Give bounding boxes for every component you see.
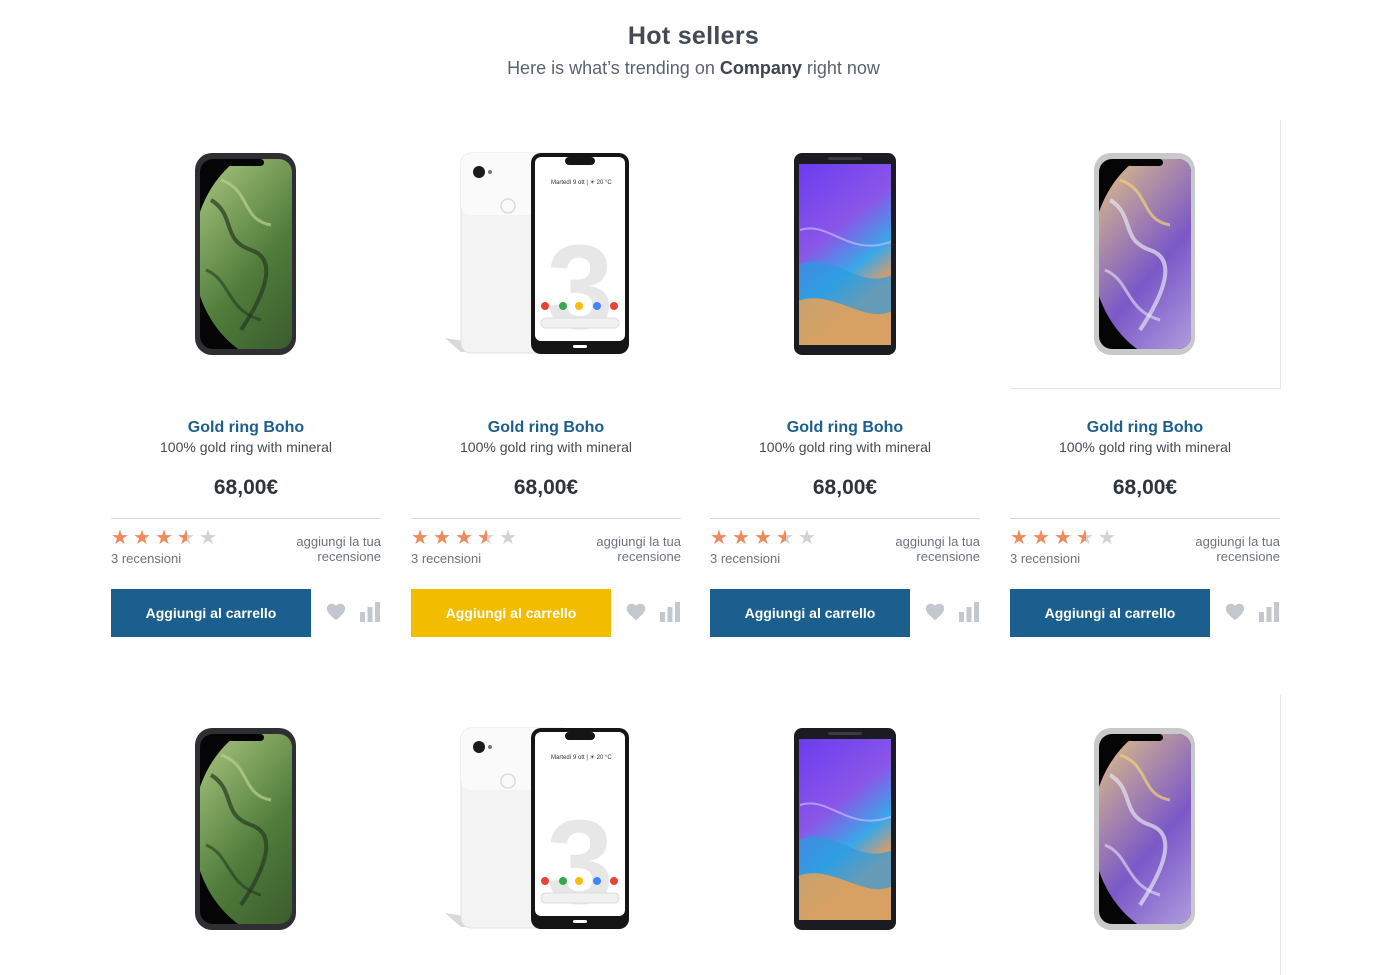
- star-icon: ★: [133, 527, 151, 549]
- bar-chart-icon[interactable]: [359, 601, 381, 623]
- product-name[interactable]: Gold ring Boho: [710, 419, 980, 437]
- star-icon: ★: [1010, 527, 1028, 549]
- divider: [710, 518, 980, 519]
- review-count[interactable]: 3 recensioni: [1010, 551, 1080, 566]
- product-description: 100% gold ring with mineral: [759, 439, 931, 455]
- product-card: [111, 695, 381, 975]
- heart-icon[interactable]: [1224, 601, 1246, 623]
- product-card: Gold ring Boho 100% gold ring with miner…: [710, 120, 980, 640]
- product-card: 3 Martedì 9 ott | ☀ 20 °C Gold ring Boho…: [411, 120, 681, 640]
- star-empty-icon: ★: [798, 527, 816, 549]
- heart-icon[interactable]: [924, 601, 946, 623]
- divider: [1010, 518, 1280, 519]
- iphone-xs-space-gray-image: [195, 728, 296, 930]
- star-icon: ★: [754, 527, 772, 549]
- divider: [111, 518, 381, 519]
- add-review-link[interactable]: aggiungi la tua recensione: [271, 534, 381, 564]
- subtitle-suffix: right now: [801, 58, 880, 78]
- product-name[interactable]: Gold ring Boho: [1010, 419, 1280, 437]
- galaxy-a9-image: [794, 728, 896, 930]
- product-image[interactable]: [710, 120, 980, 388]
- star-icon: ★: [111, 527, 129, 549]
- subtitle-prefix: Here is what’s trending on: [507, 58, 720, 78]
- product-image[interactable]: [1010, 120, 1281, 389]
- heart-icon[interactable]: [325, 601, 347, 623]
- product-image[interactable]: [111, 120, 381, 388]
- product-price: 68,00€: [513, 476, 579, 499]
- star-icon: ★: [433, 527, 451, 549]
- subtitle-brand: Company: [719, 58, 802, 78]
- product-card: [1010, 695, 1281, 975]
- review-count[interactable]: 3 recensioni: [111, 551, 181, 566]
- rating-stars: ★ ★ ★ ★ ★: [1010, 528, 1120, 550]
- rating-stars: ★ ★ ★ ★ ★: [411, 528, 521, 550]
- product-image[interactable]: [1010, 695, 1281, 975]
- product-image[interactable]: [710, 695, 980, 963]
- divider: [411, 518, 681, 519]
- product-name[interactable]: Gold ring Boho: [111, 419, 381, 437]
- rating-stars: ★ ★ ★ ★ ★: [111, 528, 221, 550]
- star-icon: ★: [710, 527, 728, 549]
- star-icon: ★: [455, 527, 473, 549]
- galaxy-a9-image: [794, 153, 896, 355]
- product-description: 100% gold ring with mineral: [1059, 439, 1231, 455]
- product-card: Gold ring Boho 100% gold ring with miner…: [111, 120, 381, 640]
- star-half-icon: ★: [776, 528, 798, 548]
- add-to-cart-button[interactable]: Aggiungi al carrello: [411, 589, 611, 637]
- pixel-3-white-image: 3 Martedì 9 ott | ☀ 20 °C: [445, 152, 629, 354]
- product-image[interactable]: [111, 695, 381, 963]
- product-price: 68,00€: [1112, 476, 1178, 499]
- star-icon: ★: [732, 527, 750, 549]
- svg-text:3: 3: [547, 795, 614, 929]
- heart-icon[interactable]: [625, 601, 647, 623]
- star-empty-icon: ★: [1098, 527, 1116, 549]
- product-card: 3 Martedì 9 ott | ☀ 20 °C: [411, 695, 681, 975]
- review-count[interactable]: 3 recensioni: [411, 551, 481, 566]
- star-icon: ★: [1054, 527, 1072, 549]
- pixel-3-white-image: 3 Martedì 9 ott | ☀ 20 °C: [445, 727, 629, 929]
- section-title: Hot sellers: [627, 22, 760, 50]
- star-half-icon: ★: [177, 528, 199, 548]
- add-to-cart-button[interactable]: Aggiungi al carrello: [1010, 589, 1210, 637]
- iphone-xs-silver-image: [1094, 728, 1195, 930]
- product-image[interactable]: 3 Martedì 9 ott | ☀ 20 °C: [411, 120, 681, 388]
- bar-chart-icon[interactable]: [958, 601, 980, 623]
- product-name[interactable]: Gold ring Boho: [411, 419, 681, 437]
- product-price: 68,00€: [812, 476, 878, 499]
- add-review-link[interactable]: aggiungi la tua recensione: [571, 534, 681, 564]
- product-card: [710, 695, 980, 975]
- star-empty-icon: ★: [199, 527, 217, 549]
- bar-chart-icon[interactable]: [1258, 601, 1280, 623]
- section-subtitle: Here is what’s trending on Company right…: [0, 58, 1387, 79]
- star-half-icon: ★: [477, 528, 499, 548]
- product-card: Gold ring Boho 100% gold ring with miner…: [1010, 120, 1281, 640]
- star-icon: ★: [411, 527, 429, 549]
- star-half-icon: ★: [1076, 528, 1098, 548]
- product-price: 68,00€: [213, 476, 279, 499]
- svg-text:Martedì 9 ott | ☀ 20 °C: Martedì 9 ott | ☀ 20 °C: [551, 179, 612, 186]
- svg-text:3: 3: [547, 220, 614, 354]
- star-empty-icon: ★: [499, 527, 517, 549]
- iphone-xs-silver-image: [1094, 153, 1195, 355]
- add-to-cart-button[interactable]: Aggiungi al carrello: [710, 589, 910, 637]
- svg-text:Martedì 9 ott | ☀ 20 °C: Martedì 9 ott | ☀ 20 °C: [551, 754, 612, 761]
- star-icon: ★: [155, 527, 173, 549]
- product-description: 100% gold ring with mineral: [160, 439, 332, 455]
- add-review-link[interactable]: aggiungi la tua recensione: [870, 534, 980, 564]
- iphone-xs-space-gray-image: [195, 153, 296, 355]
- product-image[interactable]: 3 Martedì 9 ott | ☀ 20 °C: [411, 695, 681, 963]
- add-review-link[interactable]: aggiungi la tua recensione: [1170, 534, 1280, 564]
- product-description: 100% gold ring with mineral: [460, 439, 632, 455]
- star-icon: ★: [1032, 527, 1050, 549]
- bar-chart-icon[interactable]: [659, 601, 681, 623]
- rating-stars: ★ ★ ★ ★ ★: [710, 528, 820, 550]
- add-to-cart-button[interactable]: Aggiungi al carrello: [111, 589, 311, 637]
- review-count[interactable]: 3 recensioni: [710, 551, 780, 566]
